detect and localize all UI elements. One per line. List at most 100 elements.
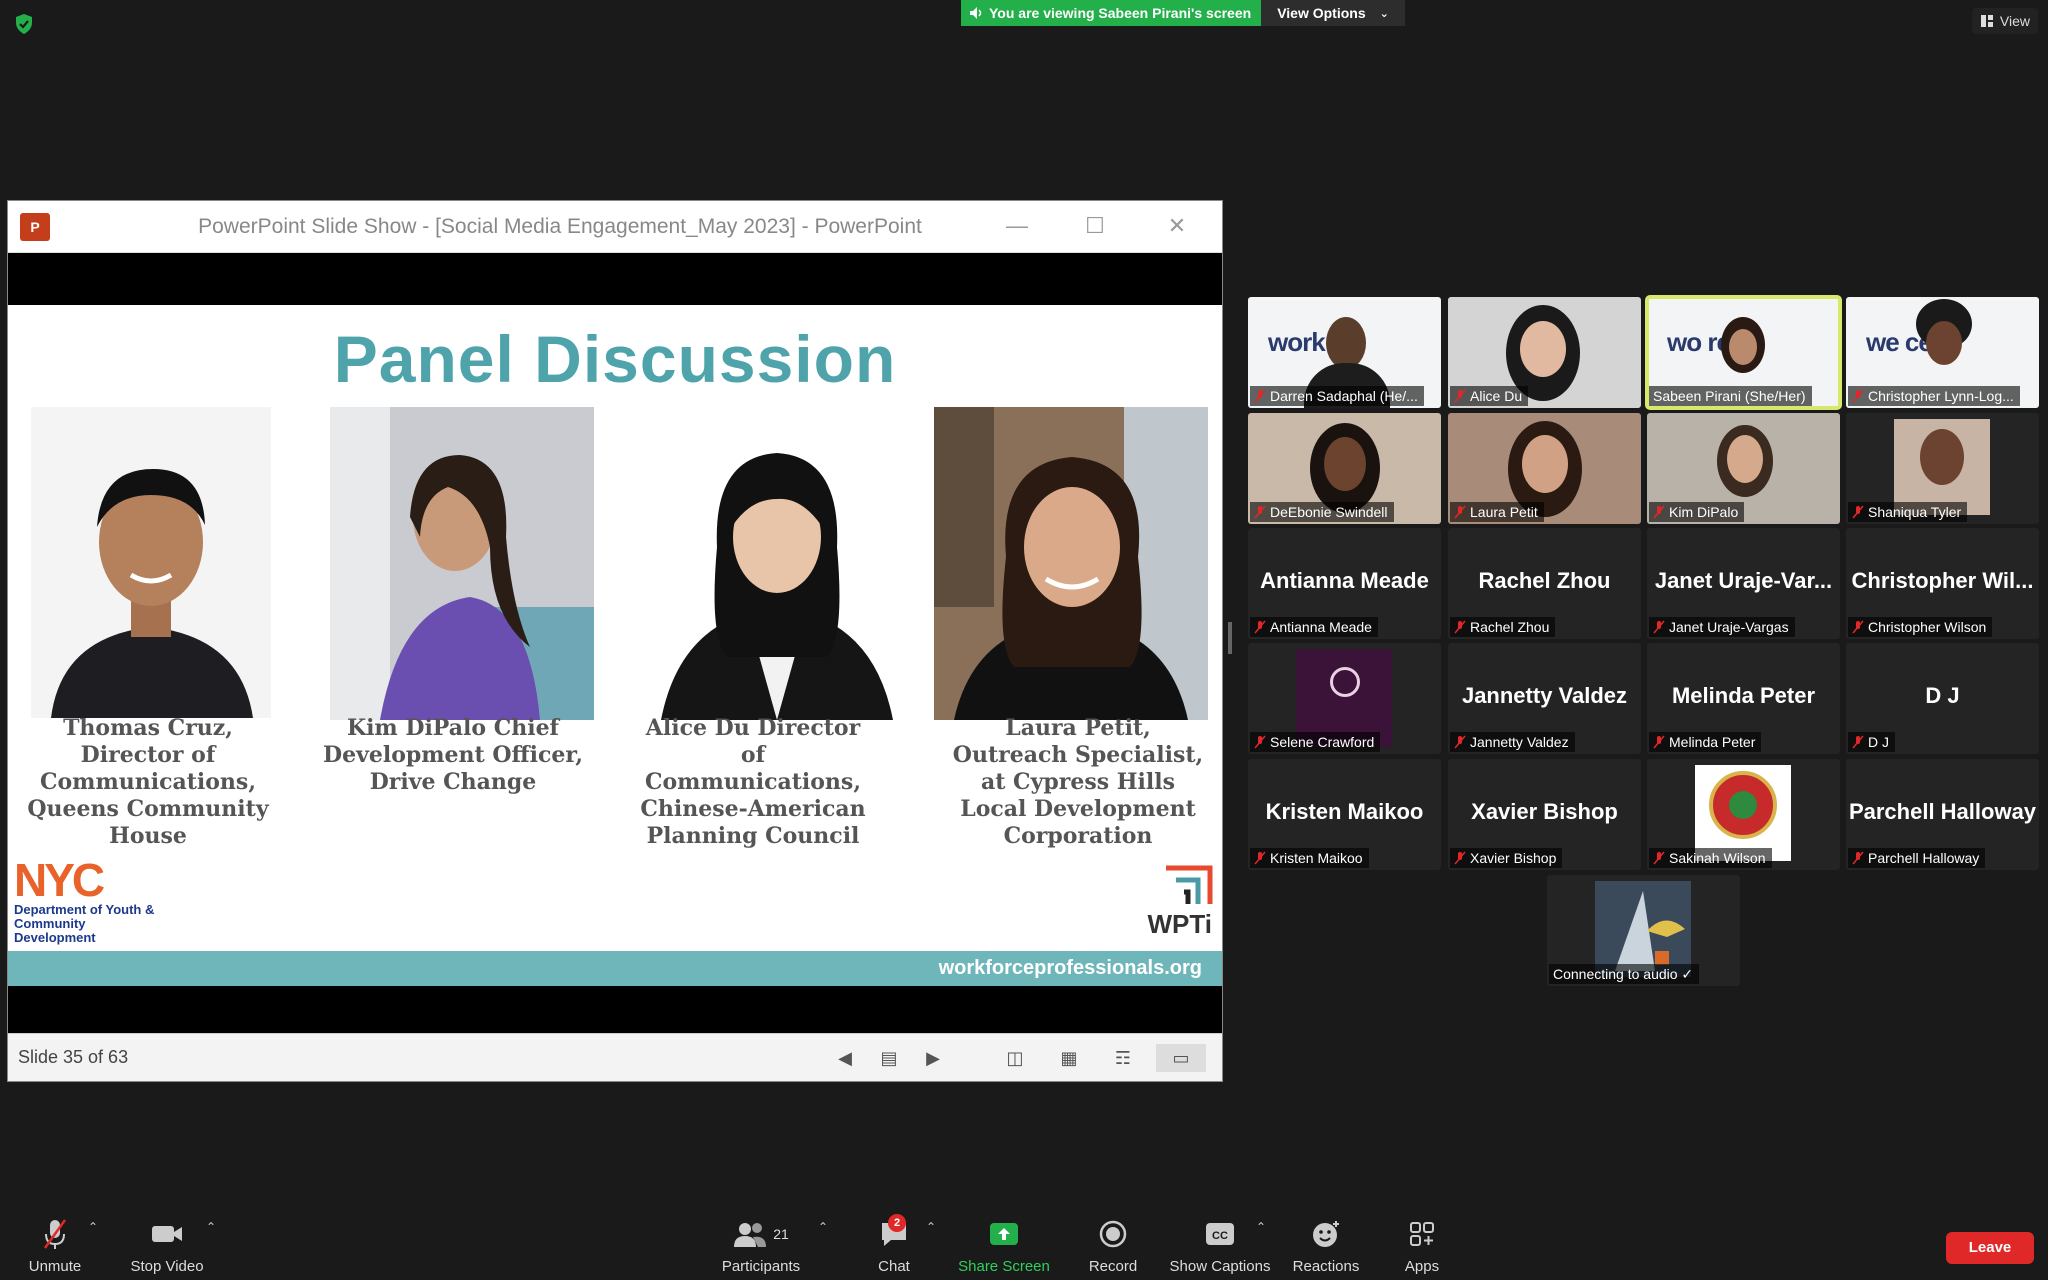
artwork-icon xyxy=(1615,891,1685,971)
participant-tile[interactable]: Sakinah Wilson xyxy=(1647,759,1840,870)
ppt-titlebar: P PowerPoint Slide Show - [Social Media … xyxy=(8,201,1222,253)
slide-area: Panel Discussion Thomas Cruz, Director o… xyxy=(8,253,1222,1033)
participant-name: Jannetty Valdez xyxy=(1470,734,1569,750)
panelist-caption-2: Kim DiPalo Chief Development Officer, Dr… xyxy=(323,715,583,795)
participant-face xyxy=(1926,321,1962,365)
captions-options-caret-icon[interactable]: ⌃ xyxy=(1256,1220,1266,1234)
participant-name: Kim DiPalo xyxy=(1669,504,1739,520)
panelist-photo-2 xyxy=(330,407,594,720)
participant-name-bar: Christopher Wilson xyxy=(1848,617,1993,637)
mic-muted-icon xyxy=(1653,735,1665,749)
mic-muted-icon xyxy=(1653,505,1665,519)
mic-muted-icon xyxy=(1852,620,1864,634)
mic-muted-icon xyxy=(1852,851,1864,865)
participant-tile[interactable]: Janet Uraje-Var... Janet Uraje-Vargas xyxy=(1647,528,1840,639)
speaker-icon xyxy=(970,7,982,19)
participant-tile[interactable]: Laura Petit xyxy=(1448,413,1641,524)
participant-display-name: Antianna Meade xyxy=(1260,568,1429,593)
participant-tile[interactable]: DeEbonie Swindell xyxy=(1248,413,1441,524)
minimize-icon[interactable]: — xyxy=(1000,211,1034,241)
participant-display-name: Rachel Zhou xyxy=(1478,568,1611,593)
wpti-logo: WPTi xyxy=(1126,860,1216,940)
participant-name-bar: Alice Du xyxy=(1450,386,1529,406)
share-screen-button[interactable]: Share Screen xyxy=(956,1218,1052,1275)
maximize-icon[interactable]: ☐ xyxy=(1078,211,1112,241)
mic-muted-icon xyxy=(1254,851,1266,865)
participant-tile[interactable]: Rachel Zhou Rachel Zhou xyxy=(1448,528,1641,639)
show-captions-label: Show Captions xyxy=(1169,1258,1271,1275)
wpti-label: WPTi xyxy=(1147,909,1212,939)
view-options-button[interactable]: View Options ⌄ xyxy=(1261,0,1405,26)
participant-name: Shaniqua Tyler xyxy=(1868,504,1962,520)
participant-face xyxy=(1522,435,1568,493)
record-button[interactable]: Record xyxy=(1082,1218,1144,1275)
chat-button[interactable]: 2 Chat xyxy=(864,1214,924,1275)
mic-muted-icon xyxy=(1454,505,1466,519)
panelist-photo-1 xyxy=(31,407,271,718)
share-screen-icon xyxy=(990,1223,1018,1245)
apps-button[interactable]: Apps xyxy=(1396,1218,1448,1275)
slide-counter: Slide 35 of 63 xyxy=(18,1047,129,1067)
next-slide-icon[interactable]: ▶ xyxy=(918,1044,948,1072)
participants-icon xyxy=(734,1223,767,1247)
participants-button[interactable]: 21 Participants xyxy=(718,1218,804,1275)
slide-sorter-icon[interactable]: ▦ xyxy=(1054,1044,1084,1072)
meeting-toolbar: Unmute ⌃ Stop Video ⌃ 21 Participants ⌃ … xyxy=(0,1200,2048,1280)
audio-options-caret-icon[interactable]: ⌃ xyxy=(88,1220,98,1234)
notes-icon[interactable]: ▤ xyxy=(874,1044,904,1072)
participant-face xyxy=(1324,437,1366,491)
leave-meeting-button[interactable]: Leave xyxy=(1946,1232,2034,1264)
svg-text:CC: CC xyxy=(1212,1230,1228,1242)
participant-tile[interactable]: Jannetty Valdez Jannetty Valdez xyxy=(1448,643,1641,754)
participant-face xyxy=(1920,429,1964,485)
participant-display-name: Christopher Wil... xyxy=(1851,568,2034,593)
participants-options-caret-icon[interactable]: ⌃ xyxy=(818,1220,828,1234)
participant-name: Laura Petit xyxy=(1470,504,1538,520)
participant-tile[interactable]: Antianna Meade Antianna Meade xyxy=(1248,528,1441,639)
participant-tile[interactable]: Kim DiPalo xyxy=(1647,413,1840,524)
stop-video-button[interactable]: Stop Video xyxy=(124,1218,210,1275)
normal-view-icon[interactable]: ◫ xyxy=(1000,1044,1030,1072)
participant-tile[interactable]: Christopher Wil... Christopher Wilson xyxy=(1846,528,2039,639)
participant-name-bar: Melinda Peter xyxy=(1649,732,1762,752)
participant-name: Kristen Maikoo xyxy=(1270,850,1363,866)
participant-tile[interactable]: Xavier Bishop Xavier Bishop xyxy=(1448,759,1641,870)
participant-tile[interactable]: Melinda Peter Melinda Peter xyxy=(1647,643,1840,754)
participant-name: Rachel Zhou xyxy=(1470,619,1550,635)
participant-display-name: Parchell Halloway xyxy=(1848,799,2037,824)
view-layout-button[interactable]: View xyxy=(1971,8,2038,34)
participant-name-bar: Antianna Meade xyxy=(1250,617,1378,637)
participant-tile[interactable]: Connecting to audio ✓ xyxy=(1547,875,1740,986)
video-options-caret-icon[interactable]: ⌃ xyxy=(206,1220,216,1234)
shared-screen-powerpoint[interactable]: P PowerPoint Slide Show - [Social Media … xyxy=(7,200,1223,1082)
participant-tile[interactable]: Selene Crawford xyxy=(1248,643,1441,754)
panelist-photo-4 xyxy=(934,407,1208,720)
participant-tile[interactable]: Alice Du xyxy=(1448,297,1641,408)
unmute-button[interactable]: Unmute xyxy=(22,1218,88,1275)
participant-name-bar: Sabeen Pirani (She/Her) xyxy=(1649,386,1812,406)
participant-name-bar: Laura Petit xyxy=(1450,502,1544,522)
slide-footer-url: workforceprofessionals.org xyxy=(938,957,1202,979)
participant-tile[interactable]: Kristen Maikoo Kristen Maikoo xyxy=(1248,759,1441,870)
participant-tile[interactable]: we ce Christopher Lynn-Log... xyxy=(1846,297,2039,408)
reactions-button[interactable]: Reactions xyxy=(1290,1218,1362,1275)
participant-tile[interactable]: work ce Darren Sadaphal (He/... xyxy=(1248,297,1441,408)
panel-splitter-handle[interactable] xyxy=(1228,622,1232,654)
chat-options-caret-icon[interactable]: ⌃ xyxy=(926,1220,936,1234)
mic-muted-icon xyxy=(1454,389,1466,403)
close-icon[interactable]: ✕ xyxy=(1160,211,1194,241)
participant-tile[interactable]: Parchell Halloway Parchell Halloway xyxy=(1846,759,2039,870)
security-shield-icon[interactable] xyxy=(12,12,36,36)
participant-face xyxy=(1520,321,1566,377)
participants-label: Participants xyxy=(721,1258,801,1275)
participant-tile[interactable]: Shaniqua Tyler xyxy=(1846,413,2039,524)
reading-view-icon[interactable]: ☶ xyxy=(1108,1044,1138,1072)
participant-name-bar: Christopher Lynn-Log... xyxy=(1848,386,2020,406)
mic-muted-icon xyxy=(1254,735,1266,749)
participant-tile[interactable]: D J D J xyxy=(1846,643,2039,754)
participant-tile-active-speaker[interactable]: wo rce Sabeen Pirani (She/Her) xyxy=(1645,295,1842,410)
previous-slide-icon[interactable]: ◀ xyxy=(830,1044,860,1072)
mic-muted-icon xyxy=(43,1219,67,1249)
slideshow-view-icon[interactable]: ▭ xyxy=(1156,1044,1206,1072)
participant-display-name: Jannetty Valdez xyxy=(1461,683,1628,708)
